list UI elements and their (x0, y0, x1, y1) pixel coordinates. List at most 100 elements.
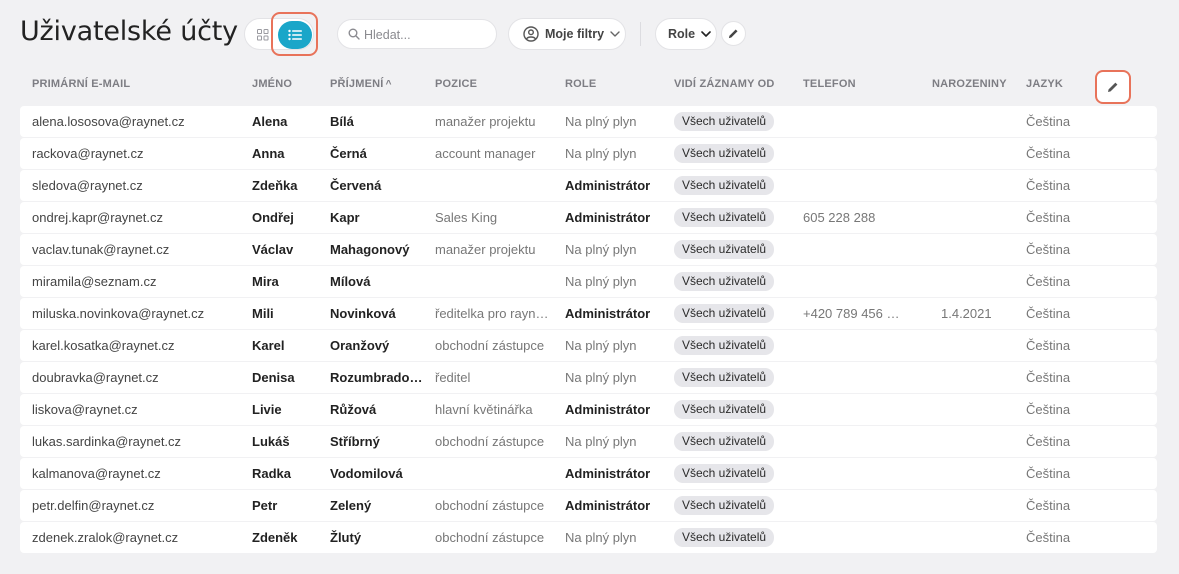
cell-visibility: Všech uživatelů (674, 272, 775, 291)
cell-email: vaclav.tunak@raynet.cz (32, 242, 170, 257)
cell-visibility: Všech uživatelů (674, 528, 775, 547)
cell-first-name: Radka (252, 466, 292, 481)
cell-last-name: Černá (330, 146, 367, 161)
pencil-icon (728, 29, 738, 39)
cell-last-name: Novinková (330, 306, 396, 321)
cell-language: Čeština (1026, 530, 1071, 545)
header-role[interactable]: ROLE (565, 78, 596, 90)
role-filter-button[interactable]: Role (655, 18, 717, 50)
table-row[interactable]: zdenek.zralok@raynet.cz Zdeněk Žlutý obchod… (20, 522, 1157, 553)
cell-last-name: Mahagonový (330, 242, 410, 257)
table-row[interactable]: karel.kosatka@raynet.cz Karel Oranžový obch… (20, 330, 1157, 361)
visibility-badge: Všech uživatelů (674, 240, 775, 259)
header-phone[interactable]: TELEFON (803, 78, 856, 90)
table-row[interactable]: rackova@raynet.cz Anna Černá account manage… (20, 138, 1157, 169)
header-language[interactable]: JAZYK (1026, 78, 1063, 90)
table-row[interactable]: lukas.sardinka@raynet.cz Lukáš Stříbrný obc… (20, 426, 1157, 457)
cell-visibility: Všech uživatelů (674, 304, 775, 323)
cell-role: Na plný plyn (565, 242, 637, 257)
grid-view-button[interactable] (251, 23, 275, 47)
cell-first-name: Mira (252, 274, 279, 289)
cell-visibility: Všech uživatelů (674, 112, 775, 131)
cell-position: obchodní zástupce (435, 498, 545, 513)
header-position[interactable]: POZICE (435, 78, 477, 90)
visibility-badge: Všech uživatelů (674, 528, 775, 547)
header-visibility[interactable]: VIDÍ ZÁZNAMY OD (674, 78, 775, 90)
list-view-button[interactable] (278, 21, 312, 49)
table-row[interactable]: petr.delfin@raynet.cz Petr Zelený obchodní … (20, 490, 1157, 521)
cell-first-name: Anna (252, 146, 285, 161)
table-row[interactable]: vaclav.tunak@raynet.cz Václav Mahagonový ma… (20, 234, 1157, 265)
my-filters-button[interactable]: Moje filtry (508, 18, 626, 50)
search-input[interactable] (364, 25, 490, 45)
chevron-down-icon (701, 31, 711, 37)
cell-email: petr.delfin@raynet.cz (32, 498, 155, 513)
table-header: PRIMÁRNÍ E-MAIL JMÉNO PŘÍJMENÍ ^ POZICE R… (20, 70, 1157, 100)
cell-position: Sales King (435, 210, 498, 225)
cell-last-name: Rozumbrado… (330, 370, 423, 385)
cell-visibility: Všech uživatelů (674, 496, 775, 515)
cell-email: miluska.novinkova@raynet.cz (32, 306, 205, 321)
cell-language: Čeština (1026, 178, 1071, 193)
table-row[interactable]: alena.lososova@raynet.cz Alena Bílá manažer… (20, 106, 1157, 137)
cell-first-name: Zdeňka (252, 178, 298, 193)
user-circle-icon (523, 26, 539, 42)
cell-email: lukas.sardinka@raynet.cz (32, 434, 182, 449)
cell-language: Čeština (1026, 434, 1071, 449)
table-row[interactable]: liskova@raynet.cz Livie Růžová hlavní květi… (20, 394, 1157, 425)
cell-last-name: Zelený (330, 498, 372, 513)
header-first-name[interactable]: JMÉNO (252, 78, 292, 90)
visibility-badge: Všech uživatelů (674, 336, 775, 355)
cell-last-name: Mílová (330, 274, 371, 289)
cell-first-name: Petr (252, 498, 278, 513)
page-title: Uživatelské účty (20, 16, 238, 47)
cell-last-name: Vodomilová (330, 466, 403, 481)
role-filter-label: Role (668, 27, 696, 41)
table-row[interactable]: miramila@seznam.cz Mira Mílová Na plný plyn… (20, 266, 1157, 297)
edit-columns-button[interactable] (1095, 70, 1131, 104)
visibility-badge: Všech uživatelů (674, 464, 775, 483)
header-last-name-label: PŘÍJMENÍ (330, 78, 384, 90)
cell-first-name: Ondřej (252, 210, 294, 225)
cell-email: rackova@raynet.cz (32, 146, 144, 161)
table-row[interactable]: ondrej.kapr@raynet.cz Ondřej Kapr Sales Kin… (20, 202, 1157, 233)
cell-first-name: Denisa (252, 370, 295, 385)
visibility-badge: Všech uživatelů (674, 144, 775, 163)
sort-ascending-icon: ^ (385, 79, 392, 90)
header-last-name[interactable]: PŘÍJMENÍ ^ (330, 78, 392, 90)
table-row[interactable]: miluska.novinkova@raynet.cz Mili Novinková… (20, 298, 1157, 329)
cell-role: Na plný plyn (565, 530, 637, 545)
table-row[interactable]: kalmanova@raynet.cz Radka Vodomilová Admini… (20, 458, 1157, 489)
cell-language: Čeština (1026, 466, 1071, 481)
visibility-badge: Všech uživatelů (674, 272, 775, 291)
cell-first-name: Václav (252, 242, 294, 257)
cell-role: Administrátor (565, 306, 651, 321)
edit-filters-button[interactable] (721, 21, 746, 46)
search-box (337, 19, 497, 49)
pencil-icon (1108, 82, 1118, 92)
visibility-badge: Všech uživatelů (674, 304, 775, 323)
my-filters-label: Moje filtry (545, 27, 605, 41)
search-icon (348, 28, 360, 40)
visibility-badge: Všech uživatelů (674, 432, 775, 451)
cell-visibility: Všech uživatelů (674, 144, 775, 163)
grid-view-icon (257, 29, 269, 41)
cell-email: zdenek.zralok@raynet.cz (32, 530, 179, 545)
visibility-badge: Všech uživatelů (674, 368, 775, 387)
header-email[interactable]: PRIMÁRNÍ E-MAIL (32, 78, 130, 90)
table-row[interactable]: sledova@raynet.cz Zdeňka Červená Administrá… (20, 170, 1157, 201)
header-birthday[interactable]: NAROZENINY (932, 78, 1007, 90)
cell-email: doubravka@raynet.cz (32, 370, 159, 385)
cell-last-name: Růžová (330, 402, 377, 417)
view-toggle (244, 18, 314, 50)
cell-first-name: Livie (252, 402, 282, 417)
visibility-badge: Všech uživatelů (674, 208, 775, 227)
visibility-badge: Všech uživatelů (674, 400, 775, 419)
cell-position: obchodní zástupce (435, 530, 545, 545)
table-row[interactable]: doubravka@raynet.cz Denisa Rozumbrado… ředi… (20, 362, 1157, 393)
cell-visibility: Všech uživatelů (674, 368, 775, 387)
cell-first-name: Lukáš (252, 434, 290, 449)
cell-role: Na plný plyn (565, 370, 637, 385)
cell-role: Administrátor (565, 402, 651, 417)
visibility-badge: Všech uživatelů (674, 496, 775, 515)
